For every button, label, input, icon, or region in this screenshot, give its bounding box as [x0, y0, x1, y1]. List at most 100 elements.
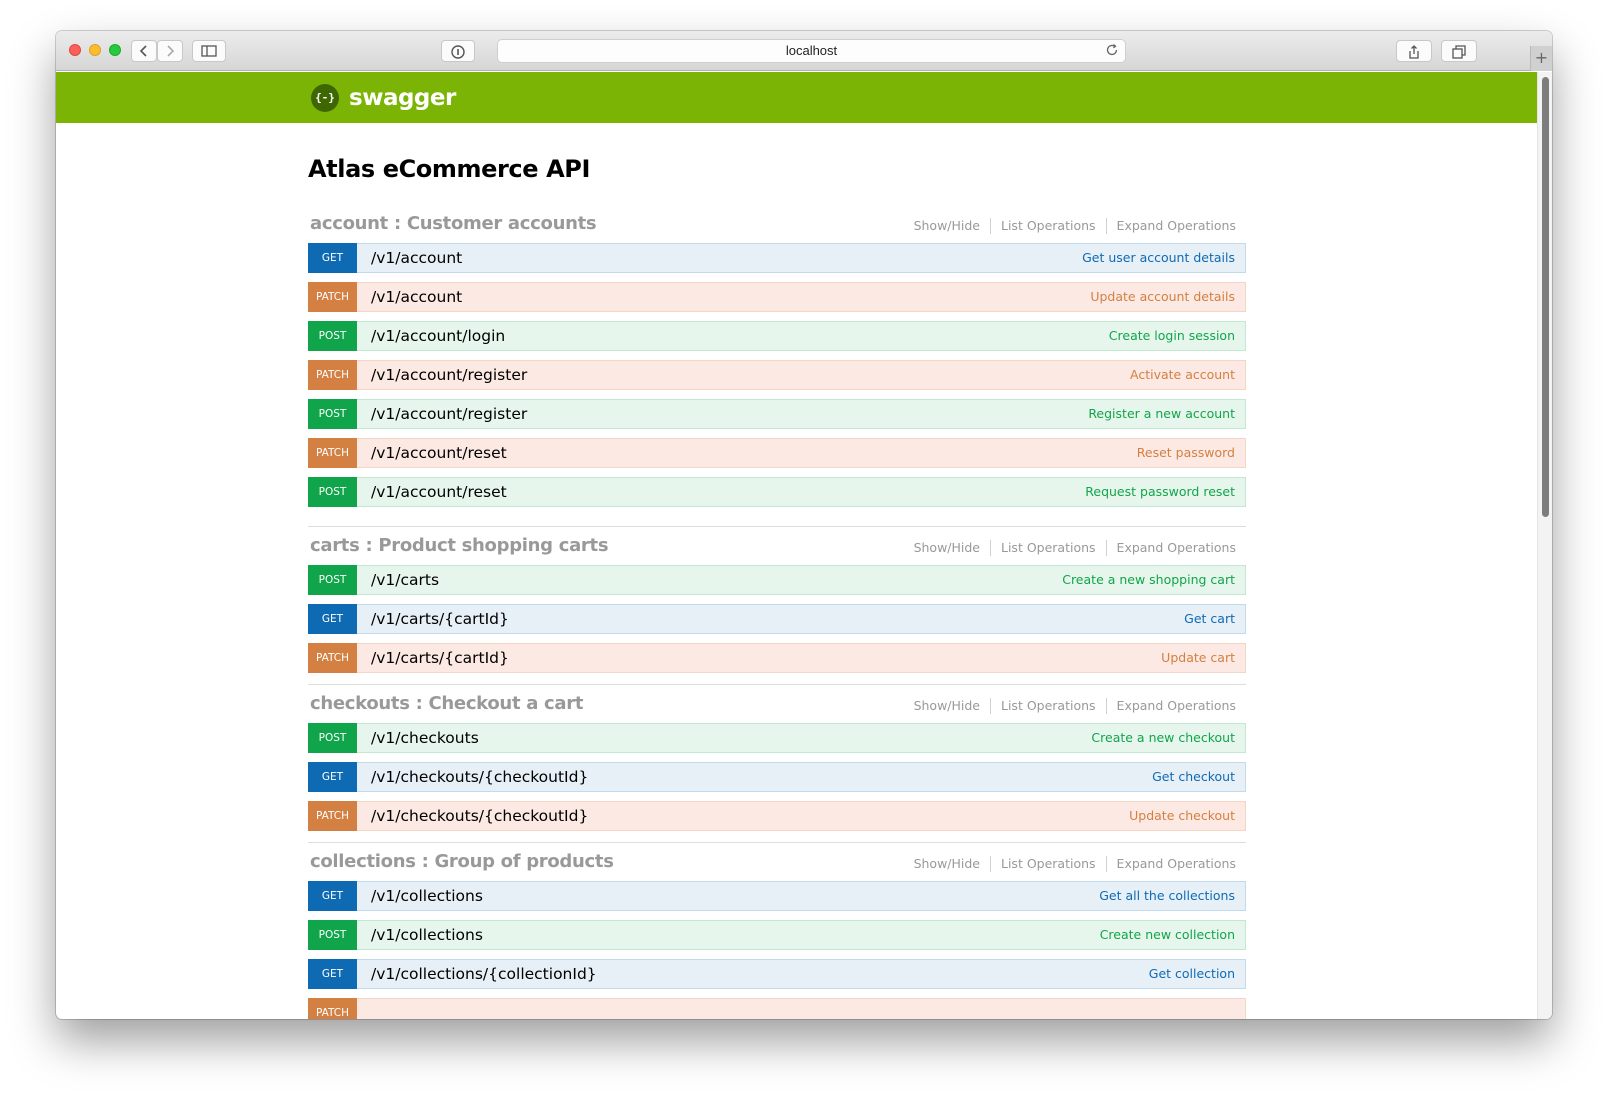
operation-summary[interactable]: Request password reset	[1085, 484, 1235, 499]
tabs-overview-button[interactable]	[1441, 40, 1477, 62]
operation-summary[interactable]: Update account details	[1090, 289, 1235, 304]
operation-path[interactable]: /v1/account/login	[371, 327, 505, 345]
operation-path[interactable]: /v1/account	[371, 288, 462, 306]
operation-path[interactable]: /v1/carts/{cartId}	[371, 610, 509, 628]
http-method-badge[interactable]: PATCH	[308, 438, 357, 468]
show-hide-link[interactable]: Show/Hide	[904, 218, 990, 234]
operation-summary[interactable]: Create a new checkout	[1091, 730, 1235, 745]
reload-icon[interactable]	[1105, 43, 1119, 57]
operation-row[interactable]: PATCH/v1/account Update account details	[308, 282, 1246, 312]
operation-path[interactable]: /v1/collections	[371, 887, 483, 905]
operation-summary[interactable]: Get all the collections	[1099, 888, 1235, 903]
resource-title[interactable]: checkouts : Checkout a cart	[310, 693, 583, 714]
operation-row[interactable]: PATCH/v1/account/register Activate accoun…	[308, 360, 1246, 390]
operation-summary[interactable]: Get collection	[1149, 966, 1235, 981]
http-method-badge[interactable]: PATCH	[308, 998, 357, 1019]
http-method-badge[interactable]: GET	[308, 604, 357, 634]
resource-title[interactable]: collections : Group of products	[310, 851, 614, 872]
http-method-badge[interactable]: GET	[308, 959, 357, 989]
swagger-logo-icon: {-}	[311, 84, 339, 112]
new-tab-button[interactable]: +	[1530, 46, 1552, 71]
show-hide-link[interactable]: Show/Hide	[904, 698, 990, 714]
http-method-badge[interactable]: POST	[308, 920, 357, 950]
back-button[interactable]	[131, 40, 157, 62]
operation-path[interactable]: /v1/account/register	[371, 405, 527, 423]
operation-row[interactable]: POST/v1/account/reset Request password re…	[308, 477, 1246, 507]
operation-summary[interactable]: Create login session	[1109, 328, 1235, 343]
operation-row[interactable]: POST/v1/account/register Register a new a…	[308, 399, 1246, 429]
operation-summary[interactable]: Create a new shopping cart	[1062, 572, 1235, 587]
list-operations-link[interactable]: List Operations	[990, 540, 1106, 556]
show-hide-link[interactable]: Show/Hide	[904, 856, 990, 872]
http-method-badge[interactable]: PATCH	[308, 360, 357, 390]
operation-row[interactable]: GET/v1/account Get user account details	[308, 243, 1246, 273]
operation-summary[interactable]: Register a new account	[1088, 406, 1235, 421]
privacy-report-button[interactable]	[441, 40, 475, 62]
share-button[interactable]	[1396, 40, 1432, 62]
zoom-window-button[interactable]	[109, 44, 121, 56]
operation-row[interactable]: POST/v1/account/login Create login sessio…	[308, 321, 1246, 351]
operation-row[interactable]: PATCH/v1/checkouts/{checkoutId} Update ch…	[308, 801, 1246, 831]
operation-path[interactable]: /v1/account/reset	[371, 483, 507, 501]
http-method-badge[interactable]: POST	[308, 477, 357, 507]
expand-operations-link[interactable]: Expand Operations	[1105, 698, 1236, 714]
http-method-badge[interactable]: GET	[308, 762, 357, 792]
operation-row[interactable]: GET/v1/carts/{cartId} Get cart	[308, 604, 1246, 634]
expand-operations-link[interactable]: Expand Operations	[1105, 218, 1236, 234]
http-method-badge[interactable]: GET	[308, 243, 357, 273]
operation-path[interactable]: /v1/carts/{cartId}	[371, 649, 509, 667]
operation-path[interactable]: /v1/account/register	[371, 366, 527, 384]
http-method-badge[interactable]: POST	[308, 565, 357, 595]
http-method-badge[interactable]: GET	[308, 881, 357, 911]
http-method-badge[interactable]: POST	[308, 399, 357, 429]
operation-summary[interactable]: Update cart	[1161, 650, 1235, 665]
operation-summary[interactable]: Reset password	[1137, 445, 1235, 460]
share-icon	[1409, 45, 1419, 59]
list-operations-link[interactable]: List Operations	[990, 698, 1106, 714]
vertical-scrollbar[interactable]	[1537, 72, 1552, 1019]
close-window-button[interactable]	[69, 44, 81, 56]
show-hide-link[interactable]: Show/Hide	[904, 540, 990, 556]
operation-summary[interactable]: Activate account	[1130, 367, 1235, 382]
operation-row[interactable]: POST/v1/carts Create a new shopping cart	[308, 565, 1246, 595]
operation-summary[interactable]: Create new collection	[1100, 927, 1235, 942]
expand-operations-link[interactable]: Expand Operations	[1105, 540, 1236, 556]
operation-path[interactable]: /v1/checkouts	[371, 729, 479, 747]
operation-summary[interactable]: Update checkout	[1129, 808, 1235, 823]
operation-row[interactable]: POST/v1/collections Create new collection	[308, 920, 1246, 950]
list-operations-link[interactable]: List Operations	[990, 218, 1106, 234]
scrollbar-thumb[interactable]	[1542, 77, 1549, 517]
resource-title[interactable]: carts : Product shopping carts	[310, 535, 609, 556]
operation-summary[interactable]: Get user account details	[1082, 250, 1235, 265]
http-method-badge[interactable]: PATCH	[308, 643, 357, 673]
minimize-window-button[interactable]	[89, 44, 101, 56]
http-method-badge[interactable]: PATCH	[308, 801, 357, 831]
list-operations-link[interactable]: List Operations	[990, 856, 1106, 872]
sidebar-button[interactable]	[192, 40, 226, 62]
swagger-logo[interactable]: {-} swagger	[311, 84, 456, 112]
http-method-badge[interactable]: POST	[308, 321, 357, 351]
operation-row[interactable]: PATCH/v1/carts/{cartId} Update cart	[308, 643, 1246, 673]
expand-operations-link[interactable]: Expand Operations	[1105, 856, 1236, 872]
http-method-badge[interactable]: POST	[308, 723, 357, 753]
operation-path[interactable]: /v1/checkouts/{checkoutId}	[371, 768, 588, 786]
operation-row[interactable]: PATCH/v1/account/reset Reset password	[308, 438, 1246, 468]
operation-path[interactable]: /v1/collections	[371, 926, 483, 944]
operation-summary[interactable]: Get cart	[1184, 611, 1235, 626]
operation-path[interactable]: /v1/account	[371, 249, 462, 267]
operation-path[interactable]: /v1/account/reset	[371, 444, 507, 462]
resource-heading: account : Customer accounts Show/Hide List…	[308, 213, 1246, 243]
operation-path[interactable]: /v1/collections/{collectionId}	[371, 965, 597, 983]
operation-path[interactable]: /v1/carts	[371, 571, 439, 589]
operation-row[interactable]: GET/v1/collections Get all the collection…	[308, 881, 1246, 911]
operation-summary[interactable]: Get checkout	[1152, 769, 1235, 784]
resource-title[interactable]: account : Customer accounts	[310, 213, 597, 234]
address-bar[interactable]: localhost	[497, 39, 1126, 63]
operation-row[interactable]: GET/v1/collections/{collectionId} Get col…	[308, 959, 1246, 989]
operation-row[interactable]: PATCH	[308, 998, 1246, 1019]
operation-row[interactable]: POST/v1/checkouts Create a new checkout	[308, 723, 1246, 753]
operation-row[interactable]: GET/v1/checkouts/{checkoutId} Get checkou…	[308, 762, 1246, 792]
http-method-badge[interactable]: PATCH	[308, 282, 357, 312]
operation-path[interactable]: /v1/checkouts/{checkoutId}	[371, 807, 588, 825]
forward-button[interactable]	[157, 40, 183, 62]
